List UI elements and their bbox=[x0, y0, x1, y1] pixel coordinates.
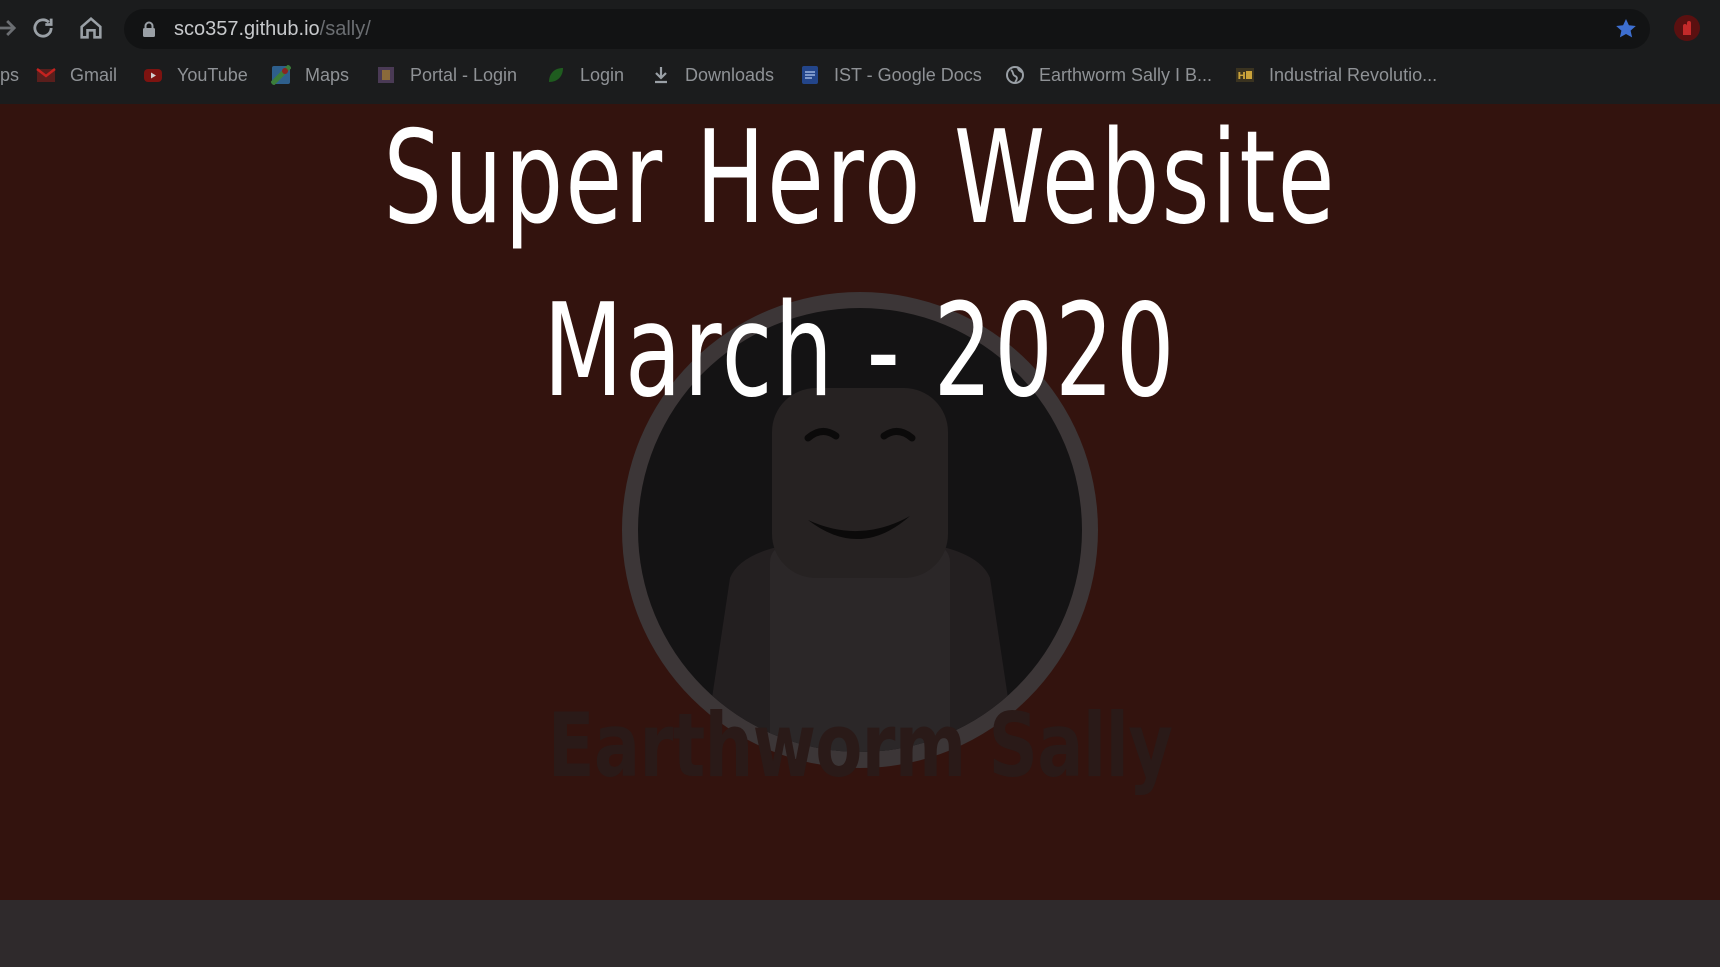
gmail-icon bbox=[36, 68, 56, 82]
address-row: sco357.github.io/sally/ bbox=[0, 0, 1720, 58]
bookmark-label: Maps bbox=[305, 64, 350, 85]
bookmark-label: Login bbox=[580, 64, 625, 85]
address-bar[interactable]: sco357.github.io/sally/ bbox=[124, 9, 1650, 49]
globe-icon bbox=[1006, 66, 1024, 84]
bookmark-label: ps bbox=[0, 64, 20, 85]
history-icon: H bbox=[1236, 68, 1254, 82]
bookmark-label: IST - Google Docs bbox=[834, 64, 982, 85]
bookmark-earthworm-sally[interactable]: Earthworm Sally I B... bbox=[1005, 62, 1212, 88]
bookmark-label: Portal - Login bbox=[410, 64, 518, 85]
bookmark-label: Downloads bbox=[685, 64, 775, 85]
bookmark-label: Gmail bbox=[70, 64, 118, 85]
bookmark-gmail[interactable]: Gmail bbox=[36, 62, 117, 88]
bookmark-youtube[interactable]: YouTube bbox=[143, 62, 248, 88]
bookmark-label: YouTube bbox=[177, 64, 248, 85]
url-text: sco357.github.io/sally/ bbox=[174, 18, 371, 41]
bookmark-industrial-revolution[interactable]: H Industrial Revolutio... bbox=[1235, 62, 1437, 88]
overlay-title-line-2: March - 2020 bbox=[543, 277, 1177, 426]
bookmark-label: Industrial Revolutio... bbox=[1269, 64, 1438, 85]
youtube-icon bbox=[144, 69, 162, 82]
bookmark-apps-cut[interactable]: ps bbox=[0, 62, 19, 88]
bookmark-portal-login[interactable]: Portal - Login bbox=[376, 62, 517, 88]
url-host: sco357.github.io bbox=[174, 18, 320, 40]
page-footer-strip bbox=[0, 900, 1720, 967]
bookmark-ist-google-docs[interactable]: IST - Google Docs bbox=[800, 62, 982, 88]
forward-icon[interactable] bbox=[0, 14, 20, 42]
svg-text:H: H bbox=[1238, 71, 1246, 82]
lock-icon bbox=[143, 21, 155, 37]
portal-icon bbox=[378, 67, 394, 83]
google-docs-icon bbox=[802, 66, 818, 84]
url-path: /sally/ bbox=[319, 18, 371, 40]
bookmark-star-icon[interactable] bbox=[1614, 17, 1638, 41]
home-icon[interactable] bbox=[77, 14, 105, 42]
browser-chrome: sco357.github.io/sally/ ps Gmail YouTube… bbox=[0, 0, 1720, 104]
bookmark-label: Earthworm Sally I B... bbox=[1039, 64, 1213, 85]
bookmarks-bar: ps Gmail YouTube Maps Portal - Login Log… bbox=[0, 58, 1720, 92]
overlay-title-line-1: Super Hero Website bbox=[383, 104, 1337, 253]
bookmark-login[interactable]: Login bbox=[546, 62, 624, 88]
extension-icon[interactable] bbox=[1672, 13, 1702, 43]
maps-icon bbox=[271, 65, 291, 85]
login-icon bbox=[549, 68, 563, 82]
hero-name: Earthworm Sally bbox=[547, 694, 1173, 797]
download-icon bbox=[655, 67, 667, 84]
reload-icon[interactable] bbox=[29, 14, 57, 42]
bookmark-maps[interactable]: Maps bbox=[271, 62, 349, 88]
bookmark-downloads[interactable]: Downloads bbox=[651, 62, 774, 88]
